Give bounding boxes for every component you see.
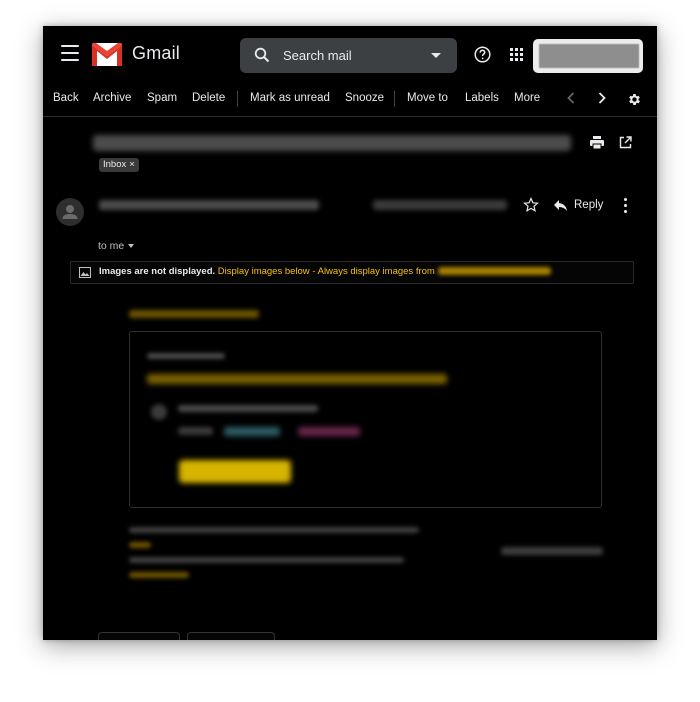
avatar[interactable] bbox=[56, 198, 84, 226]
banner-notice: Images are not displayed. bbox=[99, 266, 216, 277]
search-input[interactable]: Search mail bbox=[283, 48, 352, 63]
card-avatar-redacted bbox=[151, 404, 167, 420]
chevron-down-icon[interactable] bbox=[128, 244, 135, 249]
recipient-details[interactable]: to me bbox=[98, 240, 135, 252]
card-title-redacted bbox=[147, 374, 447, 384]
reply-box-button[interactable] bbox=[98, 632, 180, 640]
card-action-button[interactable] bbox=[179, 460, 291, 483]
sender-redacted bbox=[99, 200, 319, 210]
star-icon[interactable] bbox=[523, 197, 539, 213]
label-chip-text: Inbox bbox=[103, 159, 127, 170]
delete-button[interactable]: Delete bbox=[192, 92, 225, 104]
card-tag-redacted bbox=[298, 427, 360, 436]
mark-unread-button[interactable]: Mark as unread bbox=[250, 92, 330, 104]
move-to-button[interactable]: Move to bbox=[407, 92, 448, 104]
person-icon bbox=[62, 205, 78, 219]
footer-link-redacted[interactable] bbox=[129, 542, 151, 548]
footer-link-redacted[interactable] bbox=[129, 572, 189, 578]
message-toolbar: Back Archive Spam Delete Mark as unread … bbox=[43, 82, 657, 117]
card-tag-redacted bbox=[178, 427, 213, 435]
apps-grid-icon[interactable] bbox=[510, 48, 524, 62]
search-options-caret-icon[interactable] bbox=[431, 53, 441, 58]
toolbar-divider bbox=[394, 91, 395, 107]
gmail-logo-icon[interactable] bbox=[92, 43, 122, 66]
reply-label: Reply bbox=[574, 199, 604, 211]
back-button[interactable]: Back bbox=[53, 92, 79, 104]
footer-right-redacted bbox=[501, 547, 603, 555]
recipient-text: to me bbox=[98, 240, 125, 252]
archive-button[interactable]: Archive bbox=[93, 92, 131, 104]
always-display-link[interactable]: Always display images from bbox=[318, 266, 435, 277]
footer-line-redacted bbox=[129, 527, 419, 533]
search-bar[interactable]: Search mail bbox=[240, 38, 457, 73]
search-icon[interactable] bbox=[254, 47, 270, 63]
help-icon[interactable] bbox=[474, 46, 491, 63]
footer-line-redacted bbox=[129, 557, 404, 563]
more-button[interactable]: More bbox=[514, 92, 540, 104]
remove-label-icon[interactable]: × bbox=[129, 159, 135, 170]
display-images-link[interactable]: Display images below bbox=[218, 266, 310, 277]
open-in-new-window-icon[interactable] bbox=[619, 136, 632, 149]
label-chip-inbox: Inbox × bbox=[99, 158, 139, 172]
card-tag-redacted bbox=[224, 427, 280, 436]
gmail-window: Gmail Search mail Back Archive Spam Dele… bbox=[43, 26, 657, 640]
print-icon[interactable] bbox=[590, 136, 604, 149]
chevron-left-icon bbox=[567, 92, 575, 104]
menu-icon[interactable] bbox=[61, 45, 79, 63]
banner-text: Images are not displayed. Display images… bbox=[99, 266, 551, 277]
app-brand[interactable]: Gmail bbox=[132, 43, 180, 64]
banner-separator: - bbox=[312, 266, 316, 277]
spam-button[interactable]: Spam bbox=[147, 92, 177, 104]
chevron-right-icon[interactable] bbox=[598, 92, 606, 104]
top-bar: Gmail Search mail bbox=[43, 26, 657, 82]
card-author-redacted bbox=[178, 405, 318, 412]
labels-button[interactable]: Labels bbox=[465, 92, 499, 104]
toolbar-divider bbox=[237, 91, 238, 107]
reply-icon bbox=[554, 200, 567, 211]
subject-redacted bbox=[93, 135, 571, 151]
image-icon bbox=[79, 267, 91, 278]
date-redacted bbox=[373, 200, 507, 210]
sender-address-redacted[interactable] bbox=[437, 267, 551, 276]
snooze-button[interactable]: Snooze bbox=[345, 92, 384, 104]
message-view: Inbox × to me Reply Images are not displ… bbox=[43, 117, 657, 640]
images-not-displayed-banner: Images are not displayed. Display images… bbox=[70, 261, 634, 284]
body-heading-redacted bbox=[129, 310, 259, 318]
card-meta-redacted bbox=[147, 353, 225, 359]
gear-icon[interactable] bbox=[627, 92, 642, 107]
forward-box-button[interactable] bbox=[187, 632, 275, 640]
account-area[interactable] bbox=[533, 39, 643, 73]
more-vert-icon[interactable] bbox=[621, 198, 629, 214]
